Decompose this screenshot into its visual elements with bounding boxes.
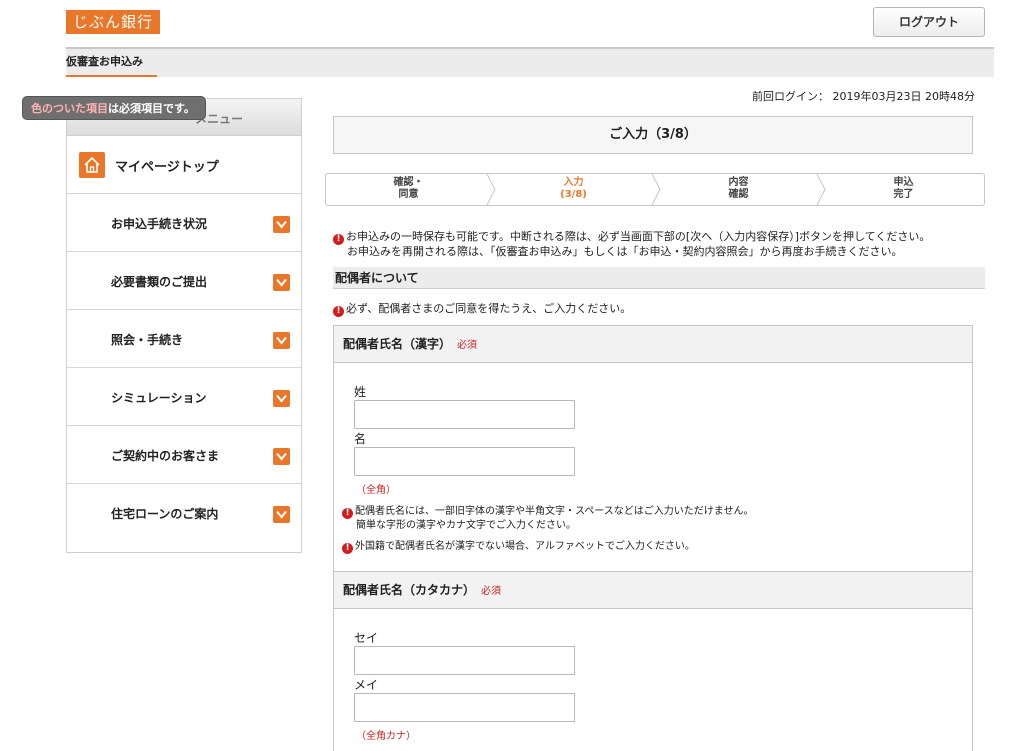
sidebar-menu: メニュー マイページトップ お申込手続き状況 必要書類のご提出 照会・手続き シ… <box>66 98 302 553</box>
sidebar-item-label: ご契約中のお客さま <box>111 449 220 463</box>
note-line: 配偶者氏名には、一部旧字体の漢字や半角文字・スペースなどはご入力いただけません。 <box>355 506 754 517</box>
required-fields-note: 色のついた項目は必須項目です。 <box>22 96 206 120</box>
sidebar-item-label: 住宅ローンのご案内 <box>111 507 219 521</box>
tab-bar: 仮審査お申込み <box>66 47 994 77</box>
step-line1: 入力 <box>563 177 584 188</box>
note-line: 簡単な字形の漢字やカナ文字でご入力ください。 <box>356 520 576 531</box>
bank-logo[interactable]: じぶん銀行 <box>66 10 161 34</box>
spouse-name-kana-group: 配偶者氏名（カタカナ） 必須 セイ メイ （全角カナ） <box>333 571 973 751</box>
notice-line: お申込みの一時保存も可能です。中断される際は、必ず当画面下部の[次へ（入力内容保… <box>346 230 931 243</box>
sidebar-item-label: お申込手続き状況 <box>111 217 208 231</box>
step-input: 入力 (3/8) <box>491 174 656 205</box>
chevron-down-icon <box>273 506 290 523</box>
sidebar-item-simulation[interactable]: シミュレーション <box>67 368 301 426</box>
sidebar-item-application-status[interactable]: お申込手続き状況 <box>67 194 301 252</box>
sidebar-item-inquiry[interactable]: 照会・手続き <box>67 310 301 368</box>
header: じぶん銀行 ログアウト <box>0 0 1024 50</box>
chevron-down-icon <box>273 274 290 291</box>
sidebar-item-label: マイページトップ <box>115 160 219 175</box>
first-name-kanji-input[interactable] <box>354 447 575 476</box>
chevron-down-icon <box>273 448 290 465</box>
step-complete: 申込 完了 <box>821 174 986 205</box>
warning-icon: ! <box>342 508 353 519</box>
consent-note: ! 必ず、配偶者さまのご同意を得たうえ、ご入力ください。 <box>333 300 631 317</box>
step-line2: 完了 <box>893 189 914 200</box>
required-note-text: は必須項目です。 <box>108 102 195 115</box>
warning-icon: ! <box>333 234 344 245</box>
step-line1: 内容 <box>728 177 749 188</box>
fullwidth-kana-hint: （全角カナ） <box>356 731 416 742</box>
field-heading: 配偶者氏名（漢字） 必須 <box>334 326 972 363</box>
step-agreement: 確認・ 同意 <box>326 174 491 205</box>
sidebar-item-label: シミュレーション <box>111 391 207 405</box>
step-line1: 申込 <box>893 177 914 188</box>
required-note-highlight: 色のついた項目 <box>31 102 108 115</box>
sidebar-item-label: 照会・手続き <box>111 333 184 347</box>
field-title: 配偶者氏名（漢字） <box>343 337 452 351</box>
page-title: ご入力（3/8） <box>333 116 973 154</box>
last-name-label: 姓 <box>354 385 367 399</box>
required-badge: 必須 <box>481 586 502 597</box>
last-name-kana-label: セイ <box>354 631 379 645</box>
note-line: 外国籍で配偶者氏名が漢字でない場合、アルファベットでご入力ください。 <box>355 541 695 552</box>
section-heading-spouse: 配偶者について <box>333 267 985 289</box>
step-line2: 確認 <box>728 189 749 200</box>
spouse-name-kanji-group: 配偶者氏名（漢字） 必須 姓 名 （全角） ! 配偶者氏名には、一部旧字体の漢字や半… <box>333 325 973 571</box>
save-notice: ! お申込みの一時保存も可能です。中断される際は、必ず当画面下部の[次へ（入力内容… <box>333 230 930 258</box>
first-name-label: 名 <box>354 432 367 446</box>
notice-line: お申込みを再開される際は、「仮審査お申込み」もしくは「お申込・契約内容照会」から… <box>347 245 903 258</box>
first-name-kana-input[interactable] <box>354 693 575 722</box>
sidebar-item-label: 必要書類のご提出 <box>111 275 208 289</box>
chevron-down-icon <box>273 332 290 349</box>
field-title: 配偶者氏名（カタカナ） <box>343 583 476 597</box>
progress-steps: 確認・ 同意 入力 (3/8) 内容 確認 申込 完了 <box>325 173 985 206</box>
kanji-restriction-note: ! 配偶者氏名には、一部旧字体の漢字や半角文字・スペースなどはご入力いただけません… <box>342 505 754 532</box>
warning-icon: ! <box>333 306 344 317</box>
sidebar-item-document-submission[interactable]: 必要書類のご提出 <box>67 252 301 310</box>
last-name-kana-input[interactable] <box>354 646 575 675</box>
required-badge: 必須 <box>457 340 478 351</box>
logout-button[interactable]: ログアウト <box>873 7 985 37</box>
step-line2: 同意 <box>398 189 419 200</box>
sidebar-item-mypage-top[interactable]: マイページトップ <box>67 136 301 194</box>
field-heading: 配偶者氏名（カタカナ） 必須 <box>334 572 972 609</box>
last-name-kanji-input[interactable] <box>354 400 575 429</box>
tab-provisional-application[interactable]: 仮審査お申込み <box>66 49 157 77</box>
first-name-kana-label: メイ <box>354 678 379 692</box>
sidebar-item-existing-customers[interactable]: ご契約中のお客さま <box>67 426 301 484</box>
chevron-down-icon <box>273 390 290 407</box>
foreign-name-note: ! 外国籍で配偶者氏名が漢字でない場合、アルファベットでご入力ください。 <box>342 540 695 554</box>
consent-text: 必ず、配偶者さまのご同意を得たうえ、ご入力ください。 <box>346 302 632 315</box>
step-line2: (3/8) <box>560 189 587 200</box>
last-login-timestamp: 前回ログイン： 2019年03月23日 20時48分 <box>752 90 975 103</box>
chevron-down-icon <box>273 216 290 233</box>
fullwidth-hint: （全角） <box>356 485 396 496</box>
home-icon <box>79 152 105 178</box>
step-confirm: 内容 確認 <box>656 174 821 205</box>
warning-icon: ! <box>342 543 353 554</box>
step-line1: 確認・ <box>393 177 424 188</box>
sidebar-item-mortgage-guide[interactable]: 住宅ローンのご案内 <box>67 484 301 542</box>
